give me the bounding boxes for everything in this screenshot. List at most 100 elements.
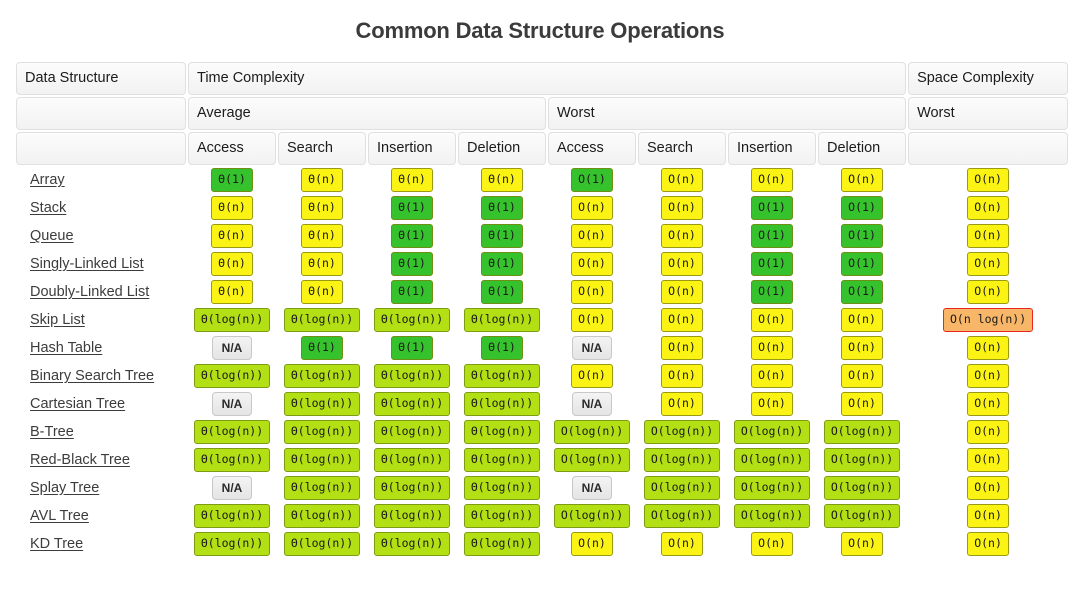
complexity-chip-chart: Θ(log(n)) bbox=[283, 476, 361, 500]
complexity-cell: Θ(n) bbox=[278, 223, 366, 249]
complexity-cell: O(n) bbox=[728, 531, 816, 557]
complexity-cell: O(n) bbox=[908, 419, 1068, 445]
row-label-text[interactable]: Binary Search Tree bbox=[30, 368, 154, 384]
row-label-splay-tree[interactable]: Splay Tree bbox=[16, 475, 186, 501]
complexity-cell: O(1) bbox=[548, 167, 636, 193]
table-row: KD Tree Θ(log(n)) Θ(log(n)) Θ(log(n)) Θ(log(… bbox=[16, 531, 1068, 557]
complexity-chip-yellow: Θ(n) bbox=[211, 196, 253, 220]
complexity-chip-yellow: Θ(n) bbox=[301, 168, 343, 192]
complexity-cell: O(log(n)) bbox=[638, 419, 726, 445]
complexity-cell: O(n) bbox=[818, 335, 906, 361]
complexity-chip-green: Θ(1) bbox=[301, 336, 343, 360]
row-label-skip-list[interactable]: Skip List bbox=[16, 307, 186, 333]
row-label-text[interactable]: Hash Table bbox=[30, 340, 102, 356]
complexity-cell: O(log(n)) bbox=[728, 503, 816, 529]
complexity-chip-yellow: O(n) bbox=[661, 392, 703, 416]
row-label-queue[interactable]: Queue bbox=[16, 223, 186, 249]
complexity-chip-yellow: O(n) bbox=[751, 336, 793, 360]
complexity-cell: Θ(1) bbox=[458, 195, 546, 221]
complexity-chip-green: Θ(1) bbox=[481, 252, 523, 276]
complexity-cell: Θ(1) bbox=[368, 223, 456, 249]
row-label-text[interactable]: KD Tree bbox=[30, 536, 83, 552]
complexity-cell: Θ(log(n)) bbox=[458, 307, 546, 333]
complexity-cell: O(n) bbox=[908, 167, 1068, 193]
complexity-chip-yellow: O(n) bbox=[967, 420, 1009, 444]
table-row: Queue Θ(n) Θ(n) Θ(1) Θ(1) O(n) O(n) O(1) O(1) O(n… bbox=[16, 223, 1068, 249]
complexity-cell: Θ(log(n)) bbox=[458, 531, 546, 557]
complexity-chip-chart: Θ(log(n)) bbox=[193, 448, 271, 472]
complexity-chip-yellow: O(n) bbox=[967, 364, 1009, 388]
complexity-cell: Θ(1) bbox=[278, 335, 366, 361]
row-label-binary-search-tree[interactable]: Binary Search Tree bbox=[16, 363, 186, 389]
complexity-chip-yellow: O(n) bbox=[661, 532, 703, 556]
complexity-cell: N/A bbox=[188, 335, 276, 361]
complexity-cell: Θ(n) bbox=[278, 195, 366, 221]
row-label-kd-tree[interactable]: KD Tree bbox=[16, 531, 186, 557]
row-label-text[interactable]: Queue bbox=[30, 228, 74, 244]
complexity-chip-yellow: O(n) bbox=[967, 392, 1009, 416]
complexity-cell: Θ(1) bbox=[458, 335, 546, 361]
complexity-cell: Θ(log(n)) bbox=[278, 307, 366, 333]
row-label-b-tree[interactable]: B-Tree bbox=[16, 419, 186, 445]
complexity-chip-chart: Θ(log(n)) bbox=[283, 532, 361, 556]
row-label-text[interactable]: B-Tree bbox=[30, 424, 74, 440]
complexity-chip-chart: Θ(log(n)) bbox=[373, 364, 451, 388]
complexity-cell: O(n) bbox=[908, 531, 1068, 557]
complexity-cell: O(n) bbox=[548, 251, 636, 277]
row-label-text[interactable]: AVL Tree bbox=[30, 508, 89, 524]
row-label-text[interactable]: Doubly-Linked List bbox=[30, 284, 149, 300]
row-label-avl-tree[interactable]: AVL Tree bbox=[16, 503, 186, 529]
row-label-text[interactable]: Array bbox=[30, 172, 65, 188]
complexity-chip-na: N/A bbox=[571, 336, 613, 360]
row-label-cartesian-tree[interactable]: Cartesian Tree bbox=[16, 391, 186, 417]
complexity-chip-yellow: O(n) bbox=[841, 168, 883, 192]
complexity-cell: O(log(n)) bbox=[818, 419, 906, 445]
row-label-text[interactable]: Singly-Linked List bbox=[30, 256, 144, 272]
row-label-hash-table[interactable]: Hash Table bbox=[16, 335, 186, 361]
row-label-stack[interactable]: Stack bbox=[16, 195, 186, 221]
complexity-cell: Θ(log(n)) bbox=[458, 391, 546, 417]
table-row: Skip List Θ(log(n)) Θ(log(n)) Θ(log(n)) Θ(lo… bbox=[16, 307, 1068, 333]
complexity-cell: Θ(1) bbox=[368, 279, 456, 305]
table-row: Splay Tree N/A Θ(log(n)) Θ(log(n)) Θ(log(n))… bbox=[16, 475, 1068, 501]
complexity-cell: Θ(log(n)) bbox=[278, 475, 366, 501]
complexity-chip-yellow: Θ(n) bbox=[301, 224, 343, 248]
table-row: Hash Table N/A Θ(1) Θ(1) Θ(1) N/A O(n) O(n) O(n)… bbox=[16, 335, 1068, 361]
row-label-text[interactable]: Red-Black Tree bbox=[30, 452, 130, 468]
complexity-chip-yellow: O(n) bbox=[571, 308, 613, 332]
complexity-chip-chart: Θ(log(n)) bbox=[283, 504, 361, 528]
complexity-chip-yellow: Θ(n) bbox=[481, 168, 523, 192]
complexity-chip-yellow: O(n) bbox=[967, 504, 1009, 528]
header-operation-deletion-4: Deletion bbox=[458, 132, 546, 165]
header-operation-empty-9 bbox=[908, 132, 1069, 165]
header-group-time-complexity-1: Time Complexity bbox=[188, 62, 907, 95]
complexity-cell: O(n) bbox=[638, 223, 726, 249]
complexity-cell: O(n) bbox=[908, 279, 1068, 305]
complexity-cell: O(n) bbox=[728, 167, 816, 193]
complexity-chip-yellow: O(n) bbox=[841, 336, 883, 360]
row-label-red-black-tree[interactable]: Red-Black Tree bbox=[16, 447, 186, 473]
row-label-text[interactable]: Cartesian Tree bbox=[30, 396, 125, 412]
complexity-cell: Θ(log(n)) bbox=[188, 447, 276, 473]
complexity-chip-yellow: O(n) bbox=[661, 168, 703, 192]
header-group-space-complexity-2: Space Complexity bbox=[908, 62, 1069, 95]
row-label-text[interactable]: Skip List bbox=[30, 312, 85, 328]
row-label-text[interactable]: Splay Tree bbox=[30, 480, 99, 496]
complexity-chip-yellow: O(n) bbox=[967, 532, 1009, 556]
complexity-cell: Θ(log(n)) bbox=[188, 307, 276, 333]
complexity-chip-yellow: O(n) bbox=[841, 392, 883, 416]
complexity-chip-green: Θ(1) bbox=[391, 280, 433, 304]
row-label-singly-linked-list[interactable]: Singly-Linked List bbox=[16, 251, 186, 277]
complexity-chip-yellow: O(n) bbox=[751, 308, 793, 332]
complexity-chip-chart: Θ(log(n)) bbox=[463, 364, 541, 388]
complexity-cell: O(n) bbox=[548, 363, 636, 389]
row-label-text[interactable]: Stack bbox=[30, 200, 66, 216]
complexity-cell: O(1) bbox=[818, 195, 906, 221]
row-label-doubly-linked-list[interactable]: Doubly-Linked List bbox=[16, 279, 186, 305]
complexity-chip-chart: Θ(log(n)) bbox=[373, 448, 451, 472]
complexity-chip-yellow: O(n) bbox=[751, 532, 793, 556]
header-operation-deletion-8: Deletion bbox=[818, 132, 907, 165]
row-label-array[interactable]: Array bbox=[16, 167, 186, 193]
complexity-chip-chart: Θ(log(n)) bbox=[193, 364, 271, 388]
header-row-operations: Access Search Insertion Deletion Access Searc… bbox=[16, 132, 1069, 165]
